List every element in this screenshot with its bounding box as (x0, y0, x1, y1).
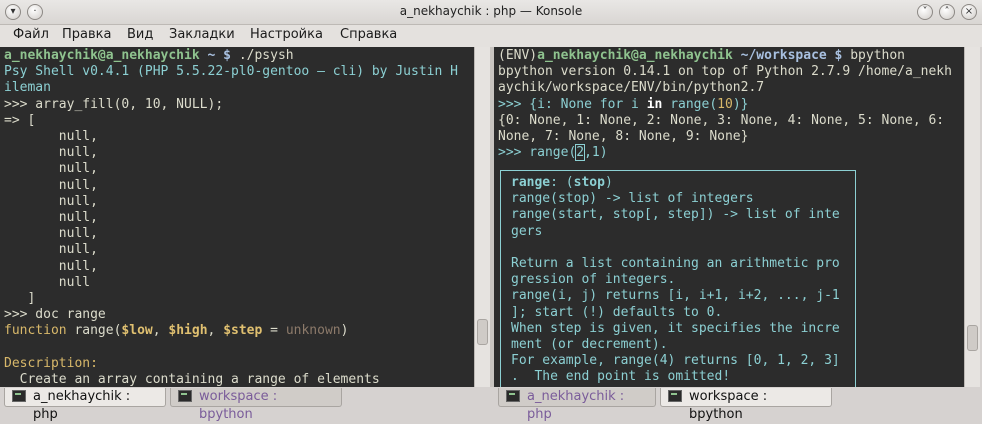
tab-bpython[interactable]: workspace : bpython (170, 388, 342, 422)
menu-bookmarks[interactable]: Закладки (169, 27, 235, 42)
tab-label: a_nekhaychik : php (527, 389, 625, 422)
tooltip-arg: stop (573, 175, 605, 190)
title-bar: ▾ · a_nekhaychik : php — Konsole ˅ ˄ × (0, 0, 982, 25)
tooltip-doc: range(stop) -> list of integers range(st… (511, 191, 840, 385)
tooltip-paren: ) (604, 175, 613, 190)
input-line: )} (732, 96, 749, 112)
keyword-in: in (646, 96, 663, 112)
input-line: >>> {i: None for i (498, 96, 647, 112)
number-literal: 10 (717, 96, 733, 112)
paren-close: ) (340, 323, 349, 339)
terminal-icon (12, 390, 26, 402)
param-low: $low (121, 323, 153, 339)
param-default: unknown (285, 323, 341, 339)
sep: , (207, 323, 224, 339)
left-scrollbar[interactable] (474, 47, 490, 387)
param-step: $step (223, 323, 263, 339)
command: bpython (850, 48, 906, 63)
menu-view[interactable]: Вид (127, 27, 153, 42)
minimize-button[interactable]: ˅ (917, 4, 933, 20)
signature-tooltip: range: (stop) range(stop) -> list of int… (500, 170, 856, 387)
menu-file[interactable]: Файл (13, 27, 49, 42)
psysh-banner: Psy Shell v0.4.1 (PHP 5.5.22-pl0-gentoo … (4, 64, 458, 96)
prompt-user: a_nekhaychik@a_nekhaychik (537, 48, 733, 63)
prompt-rest: ~ $ (199, 48, 239, 63)
text-cursor: 2 (575, 144, 586, 162)
description-label: Description: (4, 355, 98, 371)
scroll-thumb[interactable] (477, 319, 488, 345)
menu-bar: Файл Правка Вид Закладки Настройка Справ… (0, 25, 982, 47)
terminal-icon (668, 390, 682, 402)
tab-label: workspace : bpython (199, 389, 278, 422)
current-input: >>> range( (498, 145, 577, 161)
terminal-right[interactable]: (ENV)a_nekhaychik@a_nekhaychik ~/workspa… (494, 47, 964, 387)
menu-edit[interactable]: Правка (62, 27, 111, 42)
input-line: range( (662, 96, 718, 112)
close-button[interactable]: × (961, 4, 977, 20)
description-text: Create an array containing a range of el… (4, 372, 380, 387)
tab-label: workspace : bpython (689, 389, 768, 422)
tab-php[interactable]: a_nekhaychik : php (4, 388, 166, 422)
command: ./psysh (238, 48, 294, 63)
bpython-version: bpython version 0.14.1 on top of Python … (498, 64, 952, 96)
menu-help[interactable]: Справка (340, 27, 397, 42)
tab-bpython[interactable]: workspace : bpython (660, 388, 832, 422)
tab-php[interactable]: a_nekhaychik : php (498, 388, 656, 422)
venv-label: (ENV) (498, 48, 538, 63)
output-dict: {0: None, 1: None, 2: None, 3: None, 4: … (498, 112, 945, 145)
terminal-icon (506, 390, 520, 402)
prompt-dir: ~/workspace $ (732, 48, 851, 63)
tab-bar-left: a_nekhaychik : php workspace : bpython (0, 387, 490, 422)
param-high: $high (168, 323, 208, 339)
tooltip-fn: range (511, 175, 551, 190)
menu-settings[interactable]: Настройка (250, 27, 323, 42)
terminal-output: >>> array_fill(0, 10, NULL); => [ null, … (4, 96, 224, 323)
current-input: ,1) (584, 145, 608, 161)
tab-bar-right: a_nekhaychik : php workspace : bpython (494, 387, 982, 422)
eq: = (262, 323, 286, 339)
fn-name: range( (66, 323, 122, 339)
tab-label: a_nekhaychik : php (33, 389, 131, 422)
tooltip-colon: : ( (550, 175, 574, 190)
sep: , (152, 323, 169, 339)
right-scrollbar[interactable] (964, 47, 980, 387)
fn-keyword: function (4, 323, 67, 339)
window-title: a_nekhaychik : php — Konsole (399, 4, 583, 18)
scroll-thumb[interactable] (967, 325, 978, 351)
terminal-left[interactable]: a_nekhaychik@a_nekhaychik ~ $ ./psysh Ps… (0, 47, 490, 387)
prompt-user: a_nekhaychik@a_nekhaychik (4, 48, 200, 63)
terminal-icon (178, 390, 192, 402)
maximize-button[interactable]: ˄ (939, 4, 955, 20)
